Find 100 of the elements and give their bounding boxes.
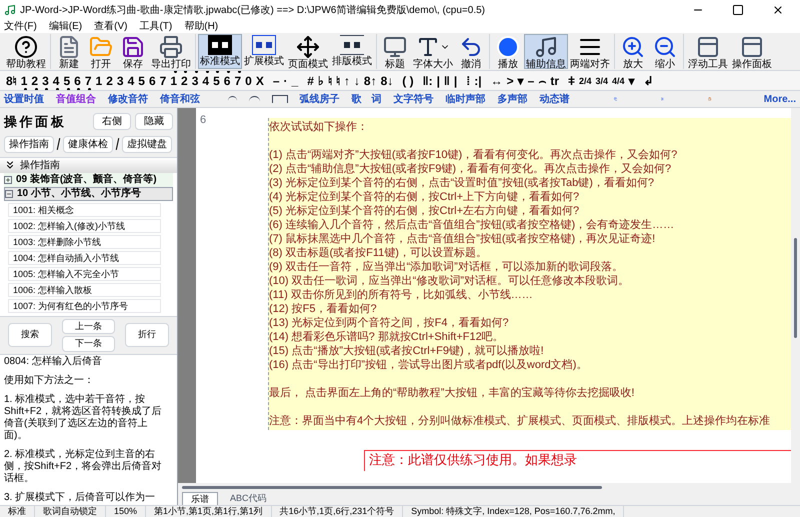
editor-tab[interactable]: 乐谱 [182, 492, 218, 505]
more-link[interactable]: More... [764, 92, 796, 106]
symbol-button[interactable]: ( ) [400, 72, 416, 88]
action-link[interactable]: 歌 词 [352, 92, 382, 106]
symbol-button[interactable]: > [504, 72, 516, 88]
symbol-button[interactable]: 3 [40, 72, 51, 88]
toolbar-button[interactable]: 新建 [53, 34, 85, 69]
symbol-button[interactable]: ⁞ [464, 72, 472, 88]
symbol-button[interactable]: ♭ [316, 72, 326, 88]
toolbar-button[interactable]: 扩展模式 [242, 34, 286, 69]
expand-icon[interactable] [4, 176, 12, 184]
toolbar-button[interactable]: 放大 [617, 34, 649, 69]
time-signature[interactable]: 2/4 [577, 72, 594, 88]
toolbar-button[interactable]: 字体大小 [411, 34, 455, 69]
menu-item[interactable]: 查看(V) [94, 19, 128, 34]
symbol-button[interactable]: 8♮ [4, 72, 19, 88]
symbol-button[interactable]: 7 [158, 72, 168, 88]
action-link[interactable]: 修改音符 [108, 92, 148, 106]
tree-node[interactable]: 10 小节、小节线、小节序号 [4, 186, 173, 200]
tree-item[interactable]: 1007: 为何有红色的小节序号 [8, 298, 161, 312]
symbol-button[interactable]: 7 [82, 72, 94, 88]
symbol-button[interactable]: ▾ [626, 72, 637, 88]
menu-item[interactable]: 编辑(E) [48, 19, 82, 34]
panel-button[interactable]: 隐藏 [135, 113, 173, 130]
symbol-button[interactable]: # [305, 72, 316, 88]
scrollbar-thumb[interactable] [182, 486, 602, 488]
action-link[interactable]: 动态谱 [540, 92, 570, 106]
symbol-button[interactable]: ↲ [642, 72, 656, 88]
symbol-button[interactable]: 2 [29, 72, 40, 88]
toolbar-button[interactable]: 排版模式 [330, 34, 374, 69]
panel-tab[interactable]: 健康体检 [63, 136, 113, 152]
tree-item[interactable]: 1006: 怎样输入散板 [8, 282, 161, 296]
symbol-button[interactable]: :| [472, 72, 484, 88]
tree-item[interactable]: 1004: 怎样自动插入小节线 [8, 250, 161, 264]
symbol-button[interactable]: – [270, 72, 282, 88]
panel-tab[interactable]: 虚拟键盘 [122, 136, 172, 152]
toolbar-button[interactable]: 打开 [85, 34, 117, 69]
symbol-button[interactable]: 5 [211, 72, 222, 88]
symbol-button[interactable]: ♮ [334, 72, 342, 88]
menu-item[interactable]: 帮助(H) [184, 19, 218, 34]
volta-icon[interactable] [272, 95, 288, 103]
toolbar-button[interactable]: 标题 [379, 34, 411, 69]
symbol-button[interactable]: 8↓ [378, 72, 396, 88]
scrollbar-thumb[interactable] [794, 238, 797, 338]
symbol-button[interactable]: · [282, 72, 290, 88]
symbol-button[interactable]: ⌢ [536, 72, 548, 88]
time-signature[interactable]: 4/4 [610, 72, 627, 88]
tree-item[interactable]: 1003: 怎样删除小节线 [8, 234, 161, 248]
symbol-button[interactable]: 2 [104, 72, 115, 88]
symbol-button[interactable]: – [526, 72, 536, 88]
symbol-button[interactable]: 4 [50, 72, 62, 88]
wrap-button[interactable]: 折行 [125, 323, 169, 347]
symbol-button[interactable]: ‖: [420, 72, 435, 88]
previous-button[interactable]: 上一条 [62, 318, 115, 334]
menu-item[interactable]: 文件(F) [4, 19, 37, 34]
symbol-button[interactable]: tr [548, 72, 561, 88]
time-signature[interactable]: 3/4 [594, 72, 610, 88]
symbol-button[interactable]: 1 [18, 72, 30, 88]
symbol-button[interactable]: ‖ [442, 72, 452, 88]
toolbar-button[interactable]: 辅助信息 [524, 34, 568, 69]
symbol-button[interactable]: 7 [232, 72, 244, 88]
toolbar-button[interactable]: 帮助教程 [4, 34, 48, 69]
symbol-button[interactable]: 1 [168, 72, 179, 88]
symbol-button[interactable]: ↓ [352, 72, 362, 88]
toolbar-button[interactable]: 浮动工具 [686, 34, 730, 69]
toolbar-button[interactable]: 标准模式 [198, 34, 242, 69]
close-icon[interactable] [772, 4, 784, 16]
panel-tab[interactable]: 操作指南 [4, 136, 54, 152]
symbol-button[interactable]: ǂ [566, 72, 578, 88]
symbol-button[interactable]: 5 [61, 72, 72, 88]
symbol-button[interactable]: ▾ [516, 72, 526, 88]
toolbar-button[interactable]: 操作面板 [730, 34, 774, 69]
toolbar-button[interactable]: 页面模式 [286, 34, 330, 69]
symbol-button[interactable]: ↑ [342, 72, 352, 88]
action-link[interactable]: 临时声部 [446, 92, 486, 106]
symbol-button[interactable]: X [254, 72, 266, 88]
action-link[interactable]: 倚音和弦 [160, 92, 200, 106]
toolbar-button[interactable]: 两端对齐 [568, 34, 612, 69]
collapse-icon[interactable] [4, 159, 16, 171]
symbol-button[interactable]: 4 [200, 72, 212, 88]
tree-item[interactable]: 1005: 怎样输入不完全小节 [8, 266, 161, 280]
action-link[interactable]: 弧线房子 [300, 92, 340, 106]
panel-button[interactable]: 右侧 [93, 113, 131, 130]
symbol-button[interactable]: 5 [136, 72, 147, 88]
action-link[interactable]: 文字符号 [394, 92, 434, 106]
maximize-icon[interactable] [732, 4, 744, 16]
menu-item[interactable]: 工具(T) [139, 19, 172, 34]
symbol-button[interactable]: 4 [126, 72, 136, 88]
tree-item[interactable]: 1001: 相关概念 [8, 202, 161, 216]
symbol-button[interactable]: _ [290, 72, 300, 88]
toolbar-button[interactable]: 保存 [117, 34, 149, 69]
symbol-button[interactable]: 2 [179, 72, 190, 88]
toolbar-button[interactable]: 播放 [492, 34, 524, 69]
action-link[interactable]: 设置时值 [4, 92, 44, 106]
symbol-button[interactable]: 8↑ [362, 72, 379, 88]
editor-tab[interactable]: ABC代码 [222, 492, 275, 505]
action-link[interactable]: 音值组合 [56, 92, 96, 106]
symbol-button[interactable]: | [434, 72, 442, 88]
symbol-button[interactable]: 3 [114, 72, 126, 88]
action-link[interactable]: 多声部 [498, 92, 528, 106]
